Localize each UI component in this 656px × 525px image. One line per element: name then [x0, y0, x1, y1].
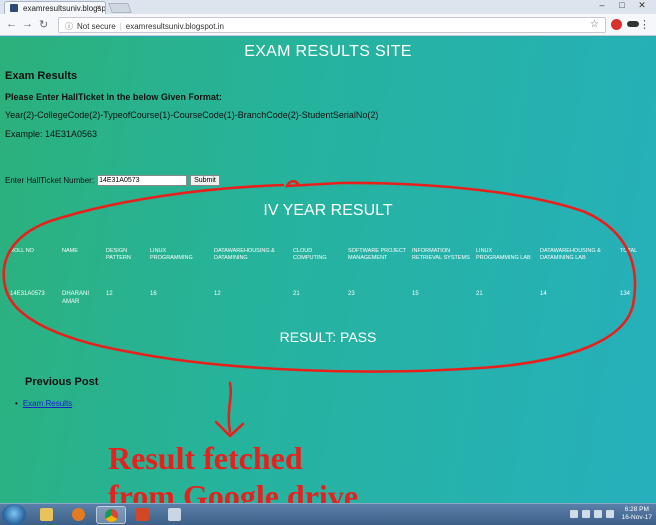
table-cell: 21 — [476, 291, 483, 297]
table-cell: 14 — [540, 291, 547, 297]
site-title: EXAM RESULTS SITE — [244, 43, 412, 60]
annotation-line: from Google drive — [108, 478, 359, 503]
address-separator: | — [119, 22, 122, 31]
start-orb-icon[interactable] — [2, 504, 26, 525]
previous-post-link[interactable]: Exam Results — [23, 399, 72, 408]
menu-icon[interactable]: ⋮ — [639, 18, 650, 31]
volume-icon[interactable] — [605, 510, 614, 518]
result-title: IV YEAR RESULT — [263, 202, 393, 219]
page-content: EXAM RESULTS SITE Exam Results Please En… — [0, 37, 656, 503]
info-icon[interactable]: ⓘ — [65, 22, 73, 31]
table-header: TOTAL — [620, 248, 638, 254]
browser-tab[interactable]: examresultsuniv.blogspo × — [4, 1, 106, 14]
table-cell: 14E31A0573 — [10, 291, 45, 297]
table-cell: 21 — [293, 291, 300, 297]
example-text: Example: 14E31A0563 — [5, 129, 98, 139]
results-table: ROLL NO NAME DESIGN PATTERN LINUX PROGRA… — [8, 244, 648, 306]
table-cell: 16 — [150, 291, 157, 297]
hallticket-form: Enter HallTicket Number: Submit — [5, 175, 220, 186]
clock[interactable]: 6:28 PM 16-Nov-17 — [622, 506, 652, 522]
address-bar[interactable]: ⓘ Not secure | examresultsuniv.blogspot.in … — [58, 17, 606, 33]
table-cell: 12 — [214, 291, 221, 297]
browser-toolbar: ← → ↻ ⓘ Not secure | examresultsuniv.blogsp… — [0, 14, 656, 36]
table-row: 14E31A0573 DHARANI AMAR 12 16 12 21 23 1… — [8, 266, 648, 306]
powerpoint-icon — [136, 508, 149, 521]
hallticket-input[interactable] — [97, 175, 188, 186]
explorer-taskbar-button[interactable] — [32, 506, 62, 524]
result-status: RESULT: PASS — [279, 329, 377, 345]
close-window-button[interactable]: ✕ — [632, 0, 652, 11]
powerpoint-taskbar-button[interactable] — [128, 506, 158, 524]
flag-icon[interactable] — [581, 510, 590, 518]
annotation-line: Result fetched — [108, 440, 303, 476]
list-item: Exam Results — [15, 399, 72, 408]
up-arrow-icon[interactable] — [569, 510, 578, 518]
format-text: Year(2)-CollegeCode(2)-TypeofCourse(1)-C… — [5, 110, 379, 120]
adblock-extension-icon[interactable] — [611, 19, 622, 30]
tab-close-icon[interactable]: × — [96, 3, 101, 12]
previous-post-list: Exam Results — [15, 399, 72, 408]
instruction-text: Please Enter HallTicket in the below Giv… — [5, 92, 222, 102]
system-tray: 6:28 PM 16-Nov-17 — [569, 506, 652, 522]
network-icon[interactable] — [593, 510, 602, 518]
table-header: NAME — [62, 248, 78, 254]
reload-icon[interactable]: ↻ — [39, 18, 48, 31]
table-header: CLOUD COMPUTING — [293, 248, 327, 261]
bookmark-star-icon[interactable]: ☆ — [590, 19, 599, 30]
table-cell: 15 — [412, 291, 419, 297]
table-header: LINUX PROGRAMMING LAB — [476, 248, 531, 261]
hallticket-label: Enter HallTicket Number: — [5, 176, 95, 185]
table-header: DATAWAREHOUSING & DATAMINING — [214, 248, 275, 261]
maximize-button[interactable]: □ — [612, 0, 632, 11]
tab-title: examresultsuniv.blogspo — [23, 4, 106, 13]
previous-post-heading: Previous Post — [25, 376, 99, 388]
table-header: LINUX PROGRAMMING — [150, 248, 193, 261]
clock-date: 16-Nov-17 — [621, 514, 652, 521]
table-cell: 12 — [106, 291, 113, 297]
folder-icon — [40, 508, 53, 521]
chrome-taskbar-button[interactable] — [96, 506, 126, 524]
table-header-row: ROLL NO NAME DESIGN PATTERN LINUX PROGRA… — [8, 244, 648, 266]
firefox-icon — [72, 508, 85, 521]
chrome-icon — [105, 509, 118, 522]
blogger-favicon-icon — [10, 4, 18, 12]
tab-strip: examresultsuniv.blogspo × – □ ✕ — [0, 0, 656, 14]
minimize-button[interactable]: – — [592, 0, 612, 11]
table-header: INFORMATION RETRIEVAL SYSTEMS — [412, 248, 470, 261]
new-tab-button[interactable] — [108, 3, 132, 13]
table-header: DATAWAREHOUSING & DATAMINING LAB — [540, 248, 601, 261]
exam-results-heading: Exam Results — [5, 70, 78, 82]
taskbar: 6:28 PM 16-Nov-17 — [0, 503, 656, 525]
table-header: ROLL NO — [10, 248, 34, 254]
url-text: examresultsuniv.blogspot.in — [125, 22, 224, 31]
security-label: Not secure — [77, 22, 116, 31]
tray-icons — [569, 510, 614, 518]
table-cell: 134 — [620, 291, 631, 297]
annotation-text: Result fetched from Google drive — [108, 439, 358, 503]
table-cell: 23 — [348, 291, 355, 297]
table-header: SOFTWARE PROJECT MANAGEMENT — [348, 248, 407, 261]
table-cell: DHARANI AMAR — [62, 291, 90, 305]
screen-capture-taskbar-button[interactable] — [160, 506, 190, 524]
clock-time: 6:28 PM — [624, 506, 649, 513]
window-controls: – □ ✕ — [592, 0, 652, 11]
glasses-extension-icon[interactable] — [627, 21, 639, 27]
firefox-taskbar-button[interactable] — [64, 506, 94, 524]
submit-button[interactable]: Submit — [190, 175, 220, 186]
screen-capture-icon — [168, 508, 181, 521]
back-arrow-icon[interactable]: ← — [6, 18, 17, 30]
table-header: DESIGN PATTERN — [106, 248, 131, 261]
forward-arrow-icon[interactable]: → — [22, 18, 33, 30]
